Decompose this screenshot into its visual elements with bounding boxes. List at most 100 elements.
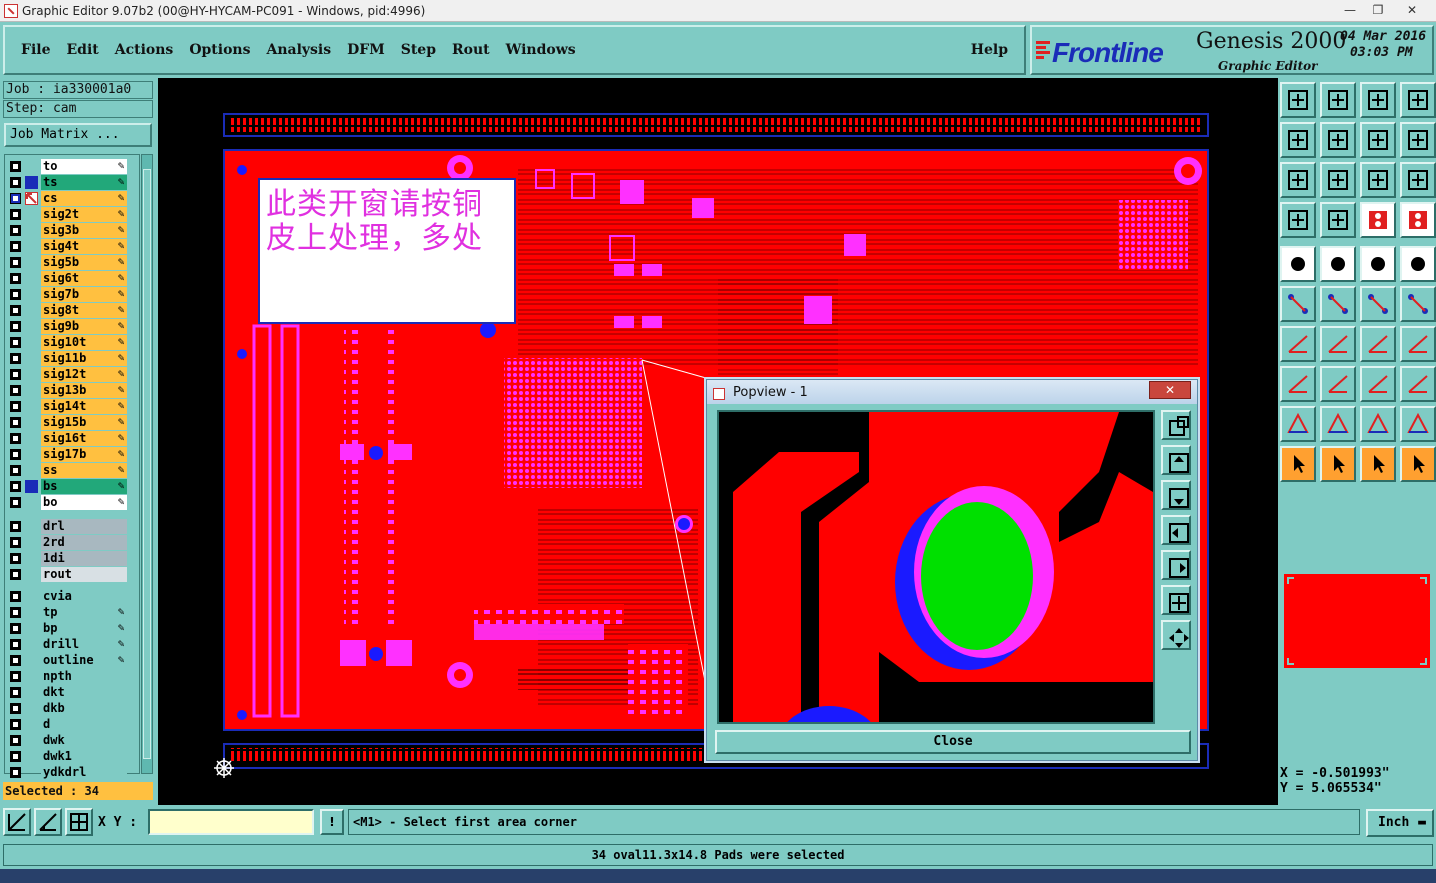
maximize-button[interactable]: ❐	[1364, 1, 1392, 19]
layer-checkbox[interactable]	[10, 735, 21, 746]
layer-row-sig10t[interactable]: sig10t ✎	[7, 335, 129, 350]
layer-row-npth[interactable]: npth	[7, 669, 129, 684]
xy-input[interactable]	[148, 809, 314, 835]
link-button[interactable]	[1400, 286, 1436, 322]
layer-row-to[interactable]: to ✎	[7, 159, 129, 174]
popview-pan-left-button[interactable]	[1161, 515, 1191, 545]
home-button[interactable]	[1360, 82, 1396, 118]
layer-checkbox[interactable]	[10, 481, 21, 492]
box-button[interactable]	[1360, 366, 1396, 402]
menu-windows[interactable]: Windows	[506, 42, 576, 58]
units-select[interactable]: Inch ▬	[1366, 809, 1434, 837]
angle-button[interactable]	[1280, 326, 1316, 362]
layer-row-dwk[interactable]: dwk	[7, 733, 129, 748]
menu-dfm[interactable]: DFM	[347, 42, 385, 58]
scrollbar-thumb[interactable]	[143, 169, 151, 759]
popview-close-button[interactable]: Close	[715, 730, 1191, 754]
cross-button[interactable]	[1320, 286, 1356, 322]
swap-button[interactable]	[1360, 122, 1396, 158]
layer-checkbox[interactable]	[10, 289, 21, 300]
layer-checkbox[interactable]	[10, 537, 21, 548]
layer-row-ss[interactable]: ss ✎	[7, 463, 129, 478]
layer-checkbox[interactable]	[10, 521, 21, 532]
layer-checkbox[interactable]	[10, 433, 21, 444]
popview-zoom-in-button[interactable]	[1161, 620, 1191, 650]
zoom-center-button[interactable]	[1320, 162, 1356, 198]
layer-checkbox[interactable]	[10, 241, 21, 252]
layer-row-1di[interactable]: 1di	[7, 551, 129, 566]
pad-button[interactable]	[1280, 246, 1316, 282]
layer-checkbox[interactable]	[10, 273, 21, 284]
layer-checkbox[interactable]	[10, 623, 21, 634]
job-matrix-button[interactable]: Job Matrix ...	[4, 123, 152, 147]
layer-row-bs[interactable]: bs ✎	[7, 479, 129, 494]
popview-pan-right-button[interactable]	[1161, 550, 1191, 580]
layer-row-sig15b[interactable]: sig15b ✎	[7, 415, 129, 430]
layer-checkbox[interactable]	[10, 417, 21, 428]
popview-titlebar[interactable]: Popview - 1	[707, 380, 1197, 404]
probe-button[interactable]	[1320, 202, 1356, 238]
layer-row-tp[interactable]: tp ✎	[7, 605, 129, 620]
layer-row-outline[interactable]: outline ✎	[7, 653, 129, 668]
layer-row-sig14t[interactable]: sig14t ✎	[7, 399, 129, 414]
layer-checkbox[interactable]	[10, 569, 21, 580]
line-break-button[interactable]	[1320, 366, 1356, 402]
layer-row-dkb[interactable]: dkb	[7, 701, 129, 716]
close-window-button[interactable]: ✕	[1398, 1, 1426, 19]
layer-row-sig8t[interactable]: sig8t ✎	[7, 303, 129, 318]
layer-row-bo[interactable]: bo ✎	[7, 495, 129, 510]
measure-icon[interactable]	[34, 808, 62, 836]
menu-options[interactable]: Options	[189, 42, 250, 58]
triangle-line-button[interactable]	[1400, 406, 1436, 442]
overview-minimap[interactable]	[1280, 568, 1434, 674]
popview-canvas[interactable]	[717, 410, 1155, 724]
menu-file[interactable]: File	[21, 42, 50, 58]
layer-row-dkt[interactable]: dkt	[7, 685, 129, 700]
layer-row-sig3b[interactable]: sig3b ✎	[7, 223, 129, 238]
select-poly-button[interactable]	[1360, 446, 1396, 482]
layer-row-cs[interactable]: cs ✎	[7, 191, 129, 206]
layer-row-sig7b[interactable]: sig7b ✎	[7, 287, 129, 302]
layer-checkbox[interactable]	[10, 607, 21, 618]
window-button[interactable]	[1400, 82, 1436, 118]
layer-row-sig16t[interactable]: sig16t ✎	[7, 431, 129, 446]
layer-list-scrollbar[interactable]	[141, 154, 153, 774]
layer-checkbox[interactable]	[10, 639, 21, 650]
menu-actions[interactable]: Actions	[115, 42, 174, 58]
line-button[interactable]	[1320, 326, 1356, 362]
wave-button[interactable]	[1400, 122, 1436, 158]
mirror-button[interactable]	[1400, 326, 1436, 362]
layer-row-sig13b[interactable]: sig13b ✎	[7, 383, 129, 398]
snap-icon[interactable]	[3, 808, 31, 836]
layer-row-ydkdrl[interactable]: ydkdrl	[7, 765, 129, 780]
layer-checkbox[interactable]	[10, 177, 21, 188]
layer-row-dwk1[interactable]: dwk1	[7, 749, 129, 764]
select-area-button[interactable]	[1320, 446, 1356, 482]
layer-checkbox[interactable]	[10, 385, 21, 396]
layer-row-ts[interactable]: ts ✎	[7, 175, 129, 190]
menu-rout[interactable]: Rout	[452, 42, 490, 58]
layer-up-button[interactable]	[1280, 82, 1316, 118]
help-button[interactable]	[1400, 162, 1436, 198]
layer-checkbox[interactable]	[10, 369, 21, 380]
message-button[interactable]: !	[320, 809, 344, 835]
layer-checkbox[interactable]	[10, 401, 21, 412]
layer-checkbox[interactable]	[10, 553, 21, 564]
layer-checkbox[interactable]	[10, 321, 21, 332]
minimize-button[interactable]: —	[1336, 1, 1364, 19]
popview-close-x-button[interactable]: ✕	[1149, 381, 1191, 399]
scale-button[interactable]	[1360, 162, 1396, 198]
connect-button[interactable]	[1360, 286, 1396, 322]
select-button[interactable]	[1280, 446, 1316, 482]
layer-row-sig17b[interactable]: sig17b ✎	[7, 447, 129, 462]
layer-checkbox[interactable]	[10, 209, 21, 220]
layer-checkbox[interactable]	[10, 767, 21, 778]
layer-row-d[interactable]: d	[7, 717, 129, 732]
layer-checkbox[interactable]	[10, 591, 21, 602]
shape-button[interactable]	[1320, 246, 1356, 282]
menu-edit[interactable]: Edit	[66, 42, 98, 58]
layer-checkbox[interactable]	[10, 687, 21, 698]
layer-checkbox[interactable]	[10, 257, 21, 268]
layer-row-bp[interactable]: bp ✎	[7, 621, 129, 636]
layer-checkbox[interactable]	[10, 305, 21, 316]
